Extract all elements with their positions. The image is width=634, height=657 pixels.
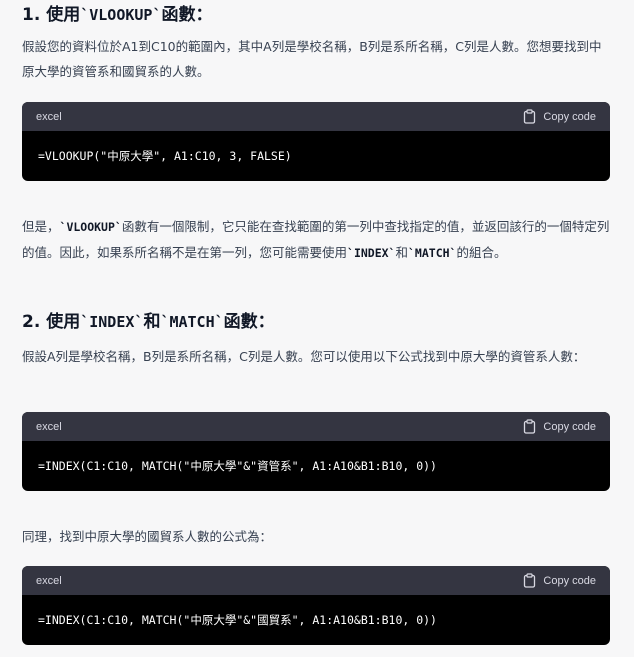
note-text: 的組合。: [456, 245, 507, 260]
section-2-note: 同理，找到中原大學的國貿系人數的公式為：: [22, 529, 273, 544]
copy-code-label: Copy code: [543, 110, 596, 123]
copy-code-label: Copy code: [543, 574, 596, 587]
section-1-paragraph: 假設您的資料位於A1到C10的範圍內，其中A列是學校名稱，B列是系所名稱，C列是…: [22, 39, 602, 79]
code-block-header: excel Copy code: [22, 412, 610, 441]
heading-text: 使用: [46, 5, 81, 25]
chat-response: 1. 使用`VLOOKUP`函數： 假設您的資料位於A1到C10的範圍內，其中A…: [0, 0, 634, 657]
clipboard-icon: [524, 109, 536, 124]
section-2-paragraph: 假設A列是學校名稱，B列是系所名稱，C列是人數。您可以使用以下公式找到中原大學的…: [22, 349, 586, 364]
code-language-label: excel: [36, 420, 62, 433]
heading-code: `INDEX`: [80, 313, 144, 331]
section-2-heading: 2. 使用`INDEX`和`MATCH`函數：: [22, 309, 275, 335]
note-text: 和: [395, 245, 408, 260]
code-language-label: excel: [36, 110, 62, 123]
heading-number: 1.: [22, 5, 47, 25]
heading-text: 函數：: [223, 312, 275, 332]
code-content: =INDEX(C1:C10, MATCH("中原大學"&"國貿系", A1:A1…: [38, 613, 437, 627]
copy-code-button[interactable]: Copy code: [523, 109, 596, 124]
heading-text: 函數：: [161, 5, 213, 25]
code-block-header: excel Copy code: [22, 566, 610, 595]
inline-code: `VLOOKUP`: [59, 220, 122, 234]
inline-code: `MATCH`: [408, 246, 457, 260]
section-1-note: 但是，`VLOOKUP`函數有一個限制，它只能在查找範圍的第一列中查找指定的值，…: [22, 214, 612, 266]
code-block-vlookup: excel Copy code =VLOOKUP("中原大學", A1:C10,…: [22, 102, 610, 181]
code-block-index-match-2: excel Copy code =INDEX(C1:C10, MATCH("中原…: [22, 566, 610, 645]
clipboard-icon: [524, 419, 536, 434]
clipboard-icon: [524, 573, 536, 588]
heading-code: `VLOOKUP`: [80, 6, 162, 24]
heading-text: 和: [143, 312, 161, 332]
copy-code-button[interactable]: Copy code: [523, 419, 596, 434]
code-block-header: excel Copy code: [22, 102, 610, 131]
copy-code-label: Copy code: [543, 420, 596, 433]
section-1-heading: 1. 使用`VLOOKUP`函數：: [22, 2, 213, 28]
inline-code: `INDEX`: [347, 246, 396, 260]
heading-text: 使用: [46, 312, 81, 332]
code-block-index-match-1: excel Copy code =INDEX(C1:C10, MATCH("中原…: [22, 412, 610, 491]
code-content: =INDEX(C1:C10, MATCH("中原大學"&"資管系", A1:A1…: [38, 459, 437, 473]
code-content: =VLOOKUP("中原大學", A1:C10, 3, FALSE): [38, 149, 292, 163]
copy-code-button[interactable]: Copy code: [523, 573, 596, 588]
heading-number: 2.: [22, 312, 47, 332]
code-language-label: excel: [36, 574, 62, 587]
heading-code: `MATCH`: [160, 313, 224, 331]
note-text: 但是，: [22, 219, 60, 234]
